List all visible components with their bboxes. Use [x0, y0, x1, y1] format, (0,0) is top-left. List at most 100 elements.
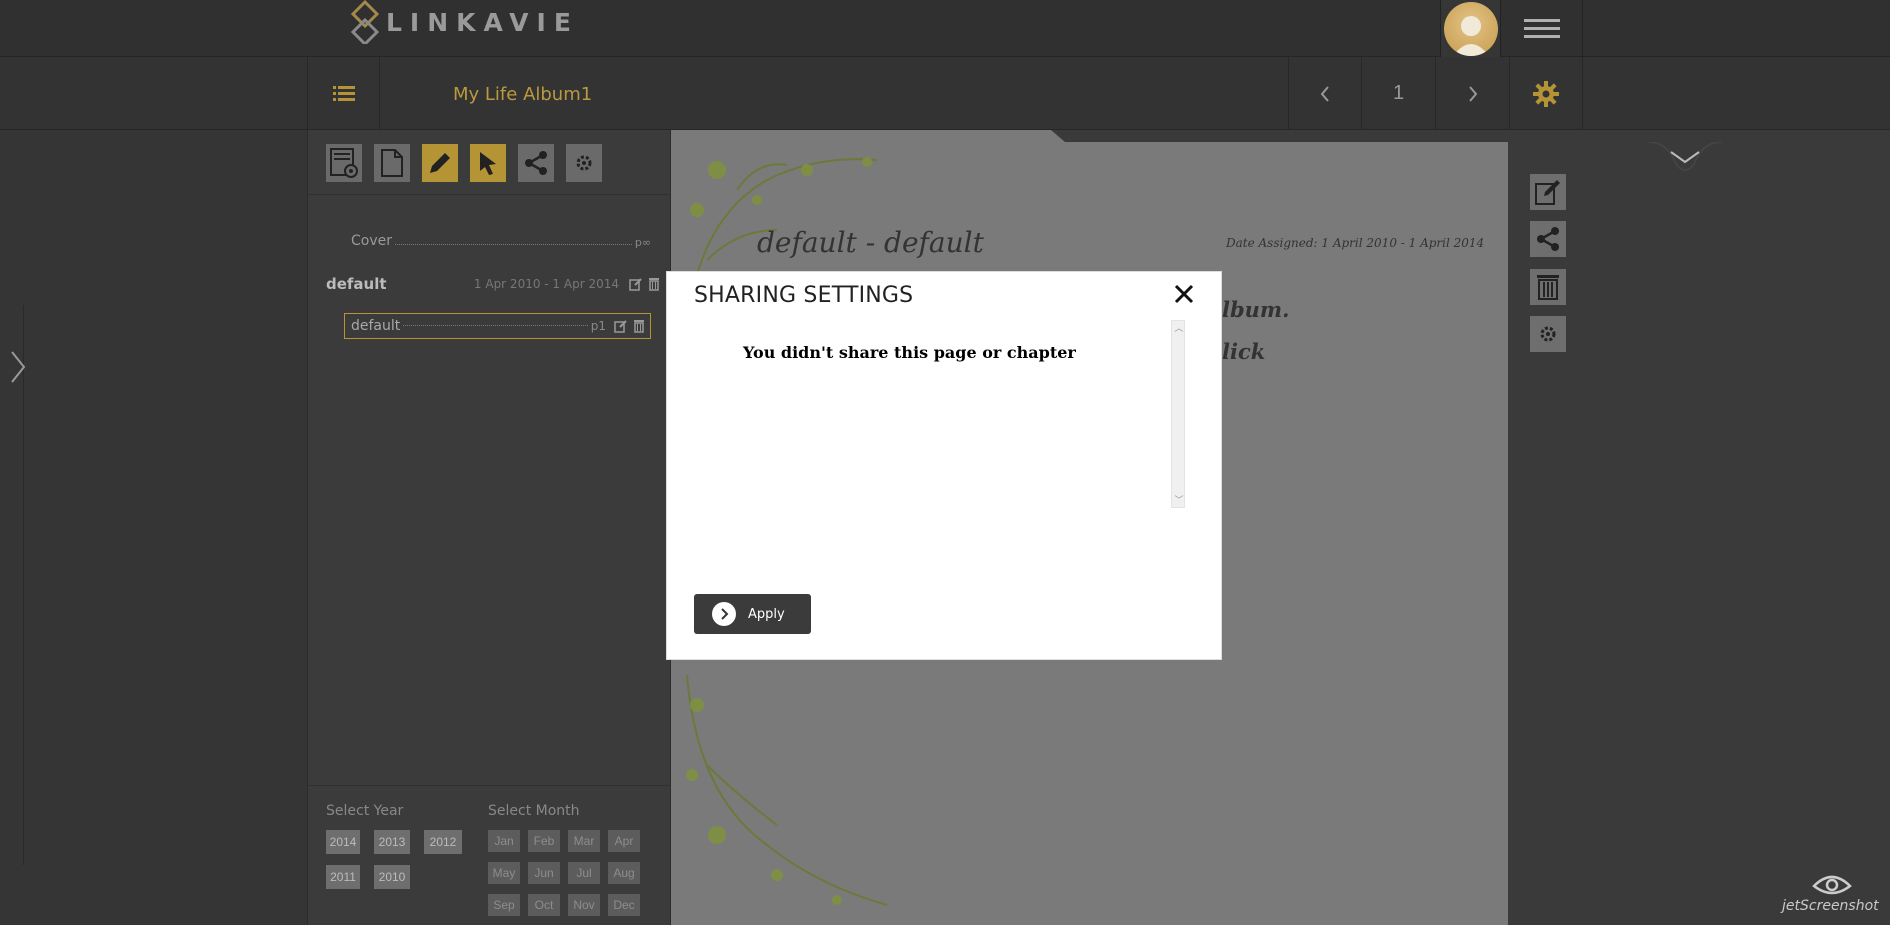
page-label: default	[351, 318, 401, 334]
divider	[308, 194, 672, 195]
select-mode-button[interactable]	[470, 144, 506, 182]
page-row-number: p1	[590, 319, 606, 333]
logo-mark-icon	[350, 0, 380, 44]
close-modal-button[interactable]	[1172, 282, 1196, 306]
year-chip[interactable]: 2014	[326, 830, 360, 854]
cursor-arrow-icon	[480, 152, 496, 175]
chapter-row[interactable]: default 1 Apr 2010 - 1 Apr 2014	[326, 275, 661, 293]
page-number: 1	[1361, 57, 1435, 130]
album-navbar: My Life Album1 1	[0, 57, 1890, 130]
left-edge-tab	[0, 305, 24, 865]
empty-sharing-message: You didn't share this page or chapter	[743, 343, 1076, 362]
month-chip[interactable]: Feb	[528, 830, 560, 852]
delete-chapter-icon[interactable]	[647, 277, 661, 291]
album-title: My Life Album1	[453, 84, 593, 105]
dot-leader	[395, 244, 632, 245]
sharing-list-scrollbar[interactable]: ︿ ﹀	[1171, 320, 1185, 508]
page-settings-icon	[330, 148, 358, 178]
dot-leader	[403, 324, 588, 326]
sidebar-toolbar	[326, 144, 602, 182]
new-page-button[interactable]	[374, 144, 410, 182]
sharing-settings-modal: SHARING SETTINGS You didn't share this p…	[666, 271, 1222, 660]
divider	[308, 785, 672, 786]
user-avatar[interactable]	[1440, 0, 1501, 57]
page-icon	[381, 149, 403, 177]
hamburger-menu-icon	[1523, 18, 1560, 38]
linkavie-logo[interactable]: LINKAVIE	[348, 0, 579, 44]
select-year-label: Select Year	[326, 803, 404, 819]
chevron-left-icon	[1320, 85, 1329, 102]
share-page-tool-button[interactable]	[1530, 221, 1566, 257]
month-chip[interactable]: Sep	[488, 894, 520, 916]
floral-corner-decoration	[686, 675, 888, 906]
edit-page-tool-button[interactable]	[1530, 174, 1566, 210]
list-icon	[332, 85, 355, 101]
month-chip[interactable]: Oct	[528, 894, 560, 916]
share-icon	[525, 151, 547, 175]
cover-row[interactable]: Cover p∞	[351, 233, 651, 249]
year-chip[interactable]: 2010	[374, 865, 410, 889]
gear-icon	[1540, 326, 1556, 342]
sidebar-settings-button[interactable]	[566, 144, 602, 182]
page-settings-button[interactable]	[326, 144, 362, 182]
date-assigned: Date Assigned: 1 April 2010 - 1 April 20…	[1226, 236, 1485, 250]
apply-label: Apply	[748, 606, 785, 622]
scroll-up-icon[interactable]: ︿	[1174, 323, 1184, 333]
share-button[interactable]	[518, 144, 554, 182]
collapse-panel-button[interactable]	[1647, 141, 1723, 181]
chevron-down-icon	[1647, 141, 1723, 171]
year-chip[interactable]: 2013	[374, 830, 410, 854]
close-icon	[1174, 284, 1194, 304]
eye-logo-icon	[1812, 875, 1852, 895]
trash-icon	[1537, 275, 1559, 300]
year-chip[interactable]: 2012	[424, 830, 462, 854]
delete-page-icon[interactable]	[632, 319, 646, 333]
edit-icon	[1535, 180, 1560, 205]
chapter-list-toggle[interactable]	[307, 57, 380, 130]
modal-title: SHARING SETTINGS	[694, 283, 914, 308]
delete-page-tool-button[interactable]	[1530, 269, 1566, 305]
canvas-tab-edge	[1051, 130, 1508, 142]
logo-text: LINKAVIE	[386, 7, 579, 37]
expand-left-panel-button[interactable]	[10, 350, 26, 389]
gear-icon	[1533, 80, 1559, 107]
hamburger-menu-button[interactable]	[1501, 0, 1583, 57]
month-chip[interactable]: Jan	[488, 830, 520, 852]
month-chip[interactable]: Jul	[568, 862, 600, 884]
edit-page-icon[interactable]	[614, 319, 628, 333]
cover-label: Cover	[351, 233, 392, 249]
cover-page-number: p∞	[634, 236, 651, 249]
share-icon	[1537, 227, 1559, 251]
select-month-label: Select Month	[488, 803, 580, 819]
month-chip[interactable]: Mar	[568, 830, 600, 852]
month-chip[interactable]: May	[488, 862, 520, 884]
watermark-text: jetScreenshot	[1782, 898, 1879, 914]
settings-button[interactable]	[1509, 57, 1583, 130]
page-row-selected[interactable]: default p1	[344, 313, 651, 339]
chapter-sidebar: Cover p∞ default 1 Apr 2010 - 1 Apr 2014…	[307, 130, 672, 925]
next-page-button[interactable]	[1435, 57, 1509, 130]
edit-mode-button[interactable]	[422, 144, 458, 182]
apply-button[interactable]: Apply	[694, 594, 811, 634]
edit-chapter-icon[interactable]	[629, 277, 643, 291]
left-edge-panel	[0, 130, 307, 925]
prev-page-button[interactable]	[1288, 57, 1361, 130]
chevron-right-icon	[712, 602, 736, 626]
month-chip[interactable]: Apr	[608, 830, 640, 852]
edit-icon	[430, 153, 450, 173]
month-chip[interactable]: Nov	[568, 894, 600, 916]
chapter-name: default	[326, 275, 387, 293]
page-tool-settings-button[interactable]	[1530, 316, 1566, 352]
top-header: LINKAVIE	[0, 0, 1890, 57]
year-chip[interactable]: 2011	[326, 865, 360, 889]
month-chip[interactable]: Dec	[608, 894, 640, 916]
chevron-right-icon	[1468, 85, 1477, 102]
month-chip[interactable]: Jun	[528, 862, 560, 884]
scroll-down-icon[interactable]: ﹀	[1174, 495, 1184, 505]
page-text-partial: lbum.	[1222, 297, 1290, 322]
page-text-partial: lick	[1222, 339, 1266, 364]
chapter-dates: 1 Apr 2010 - 1 Apr 2014	[473, 277, 619, 291]
month-chip[interactable]: Aug	[608, 862, 640, 884]
chevron-right-icon	[11, 351, 26, 383]
user-avatar-icon	[1443, 1, 1498, 56]
